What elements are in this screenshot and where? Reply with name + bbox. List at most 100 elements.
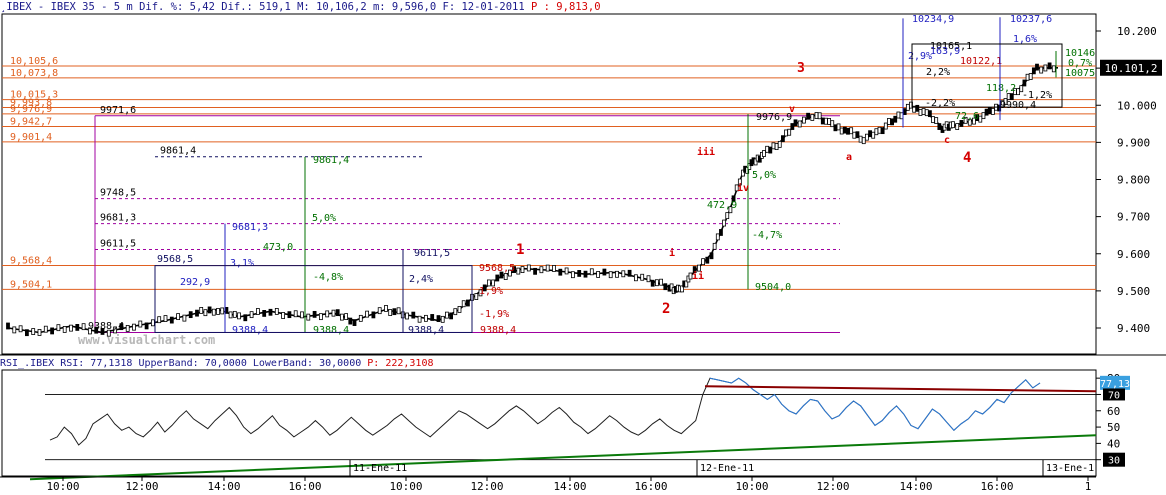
projection-label: 2,4%: [409, 274, 433, 285]
candle: [371, 311, 376, 319]
candle: [43, 325, 48, 333]
candle: [24, 329, 29, 337]
projection-label: 472,9: [707, 200, 737, 211]
candle: [934, 117, 939, 124]
projection-label: 5,0%: [752, 170, 776, 181]
chart-canvas[interactable]: 10.20010.10010.0009.9009.8009.7009.6009.…: [0, 0, 1166, 495]
candle: [75, 324, 80, 331]
candle: [890, 118, 894, 126]
candle: [705, 256, 710, 264]
candle: [577, 270, 582, 277]
level-label: 9,901,4: [10, 132, 52, 143]
candle: [991, 108, 995, 115]
candle: [836, 123, 841, 131]
x-tick-label: 14:00: [207, 480, 240, 493]
candle: [365, 310, 370, 318]
candle: [846, 127, 850, 135]
candle: [896, 111, 901, 119]
candle: [790, 123, 795, 130]
candle: [465, 299, 470, 307]
candle: [203, 309, 208, 317]
candle: [646, 275, 651, 283]
price-y-tick-label: 9.400: [1117, 322, 1150, 335]
candle: [211, 308, 216, 316]
candle: [817, 112, 822, 120]
candle: [987, 107, 992, 115]
candle: [453, 308, 458, 316]
candle: [274, 308, 279, 315]
wave-label-1: 1: [516, 242, 524, 258]
candle: [255, 308, 260, 315]
candle: [583, 270, 588, 278]
candle: [634, 274, 638, 282]
x-tick-label: 10:00: [735, 480, 768, 493]
candle: [430, 314, 435, 321]
x-tick-label: 16:00: [980, 480, 1013, 493]
candle: [627, 269, 632, 277]
candle: [814, 112, 819, 119]
candle: [650, 279, 655, 287]
candle: [777, 140, 782, 148]
candle: [883, 122, 888, 130]
candle: [1006, 93, 1011, 100]
price-y-tick-label: 9.800: [1117, 174, 1150, 187]
candle: [69, 324, 73, 332]
candle: [249, 311, 254, 319]
projection-label: 9504,0: [755, 282, 791, 293]
candle: [31, 328, 36, 335]
candle: [12, 326, 17, 334]
candle: [887, 118, 891, 125]
candle: [182, 314, 187, 322]
candle: [655, 279, 659, 287]
candle: [444, 311, 449, 319]
projection-label: 5,0%: [312, 213, 336, 224]
wave-label-v: v: [789, 104, 795, 115]
projection-label: 292,9: [180, 277, 210, 288]
projection-label: 9388,4: [232, 325, 268, 336]
projection-label: 1,9%: [479, 286, 503, 297]
date-marker: 12-Ene-11: [700, 463, 754, 474]
candle: [663, 283, 668, 291]
candle: [495, 274, 500, 282]
candle: [725, 212, 730, 220]
candle: [937, 123, 942, 130]
wave-label-c: c: [944, 135, 950, 146]
candle: [564, 267, 569, 275]
candle: [1028, 73, 1033, 80]
candle: [905, 103, 910, 111]
candle: [839, 127, 844, 135]
price-y-tick-label: 9.900: [1117, 136, 1150, 149]
wave-label-3: 3: [797, 61, 805, 76]
projection-label: 9611,5: [414, 248, 450, 259]
wave-label-iii: iii: [697, 146, 715, 158]
projection-label: 3,1%: [230, 258, 254, 269]
x-tick-label: 14:00: [553, 480, 586, 493]
candle: [461, 300, 466, 308]
candle: [640, 273, 645, 281]
candle: [928, 110, 932, 118]
candle: [449, 312, 454, 320]
candle: [571, 271, 575, 279]
candle: [833, 124, 838, 132]
projection-label: 72,6: [955, 111, 979, 122]
candle: [281, 312, 286, 319]
candle: [871, 131, 876, 139]
candle: [921, 108, 926, 115]
candle: [216, 308, 220, 315]
level-label: 10,105,6: [10, 56, 58, 67]
candle: [552, 265, 556, 272]
projection-label: 473,0: [263, 242, 293, 253]
candle: [62, 326, 67, 333]
candle: [436, 315, 441, 322]
wave-label-i: i: [669, 247, 675, 259]
candle: [824, 117, 828, 125]
candle: [199, 307, 204, 314]
wave-label-a: a: [846, 152, 852, 163]
candle: [6, 322, 10, 330]
rsi-lower-tag-label: 30: [1108, 456, 1120, 467]
candle: [1035, 63, 1039, 71]
candle: [331, 309, 336, 317]
x-tick-label: 10:00: [46, 480, 79, 493]
projection-label: 2,2%: [926, 67, 950, 78]
candle: [405, 312, 409, 320]
